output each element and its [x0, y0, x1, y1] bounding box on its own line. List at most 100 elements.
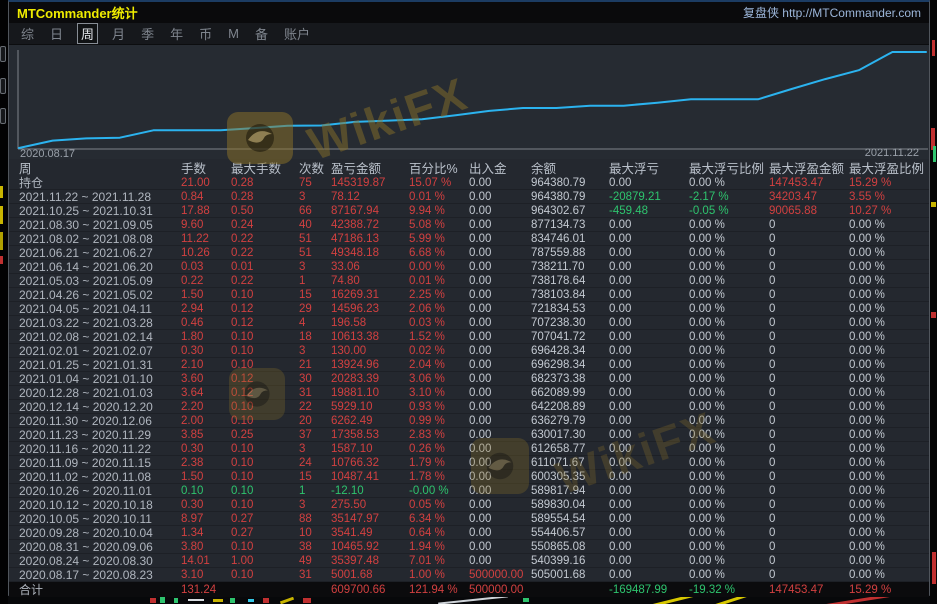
- table-row[interactable]: 2021.10.25 ~ 2021.10.3117.880.506687167.…: [9, 204, 929, 218]
- cell: 0.00: [609, 471, 689, 483]
- table-row[interactable]: 2021.11.22 ~ 2021.11.280.840.28378.120.0…: [9, 190, 929, 204]
- cell: 0.10: [231, 541, 299, 553]
- table-row[interactable]: 2020.12.28 ~ 2021.01.033.640.123119881.1…: [9, 386, 929, 400]
- cell: 17.88: [181, 205, 231, 217]
- total-row[interactable]: 合计131.24609700.66121.94 %500000.00-16948…: [9, 582, 929, 597]
- cell: 500000.00: [469, 569, 531, 581]
- menu-item-M[interactable]: M: [226, 26, 241, 41]
- cell: 1.00: [231, 555, 299, 567]
- cell: 0.10: [231, 331, 299, 343]
- cell: 0: [769, 303, 849, 315]
- cell: 0.00: [609, 485, 689, 497]
- cell: 16269.31: [331, 289, 409, 301]
- table-row[interactable]: 2020.10.12 ~ 2020.10.180.300.103275.500.…: [9, 498, 929, 512]
- table-row[interactable]: 2020.11.23 ~ 2020.11.293.850.253717358.5…: [9, 428, 929, 442]
- cell: 2020.10.26 ~ 2020.11.01: [19, 484, 181, 498]
- table-row[interactable]: 2021.04.05 ~ 2021.04.112.940.122914596.2…: [9, 302, 929, 316]
- menu-item-季[interactable]: 季: [139, 24, 156, 43]
- equity-curve-chart: [9, 45, 929, 151]
- menu-item-年[interactable]: 年: [168, 24, 185, 43]
- cell: 10613.38: [331, 331, 409, 343]
- table-row[interactable]: 2021.01.25 ~ 2021.01.312.100.102113924.9…: [9, 358, 929, 372]
- cell: 2.00: [181, 415, 231, 427]
- cell: 0.00 %: [849, 401, 929, 413]
- cell: 2020.11.16 ~ 2020.11.22: [19, 442, 181, 456]
- brand-link[interactable]: 复盘侠 http://MTCommander.com: [743, 4, 921, 21]
- cell: 40: [299, 219, 331, 231]
- table-row[interactable]: 2020.08.31 ~ 2020.09.063.800.103810465.9…: [9, 540, 929, 554]
- table-row[interactable]: 2020.11.30 ~ 2020.12.062.000.10206262.49…: [9, 414, 929, 428]
- table-row[interactable]: 2021.08.30 ~ 2021.09.059.600.244042388.7…: [9, 218, 929, 232]
- cell: 6.34 %: [409, 513, 469, 525]
- table-row[interactable]: 2020.11.16 ~ 2020.11.220.300.1031587.100…: [9, 442, 929, 456]
- cell: 0.46: [181, 317, 231, 329]
- table-row[interactable]: 2021.06.21 ~ 2021.06.2710.260.225149348.…: [9, 246, 929, 260]
- table-row[interactable]: 2021.06.14 ~ 2021.06.200.030.01333.060.0…: [9, 260, 929, 274]
- cell: 0.00: [469, 387, 531, 399]
- column-header: 次数: [299, 158, 331, 177]
- menu-item-周[interactable]: 周: [77, 23, 98, 44]
- cell: 2.20: [181, 401, 231, 413]
- menu-item-账户[interactable]: 账户: [282, 24, 312, 43]
- cell: 35147.97: [331, 513, 409, 525]
- table-row[interactable]: 2020.08.17 ~ 2020.08.233.100.10315001.68…: [9, 568, 929, 582]
- table-row[interactable]: 2020.12.14 ~ 2020.12.202.200.10225929.10…: [9, 400, 929, 414]
- cell: 2.83 %: [409, 429, 469, 441]
- table-row[interactable]: 2021.05.03 ~ 2021.05.090.220.22174.800.0…: [9, 274, 929, 288]
- cell: 2020.08.24 ~ 2020.08.30: [19, 554, 181, 568]
- menu-item-综[interactable]: 综: [19, 24, 36, 43]
- menu-item-币[interactable]: 币: [197, 24, 214, 43]
- cell: 31: [299, 569, 331, 581]
- cell: 0.00: [609, 247, 689, 259]
- table-row[interactable]: 2021.02.08 ~ 2021.02.141.800.101810613.3…: [9, 330, 929, 344]
- cell: 2020.09.28 ~ 2020.10.04: [19, 526, 181, 540]
- cell: -459.48: [609, 205, 689, 217]
- cell: 0.00 %: [689, 471, 769, 483]
- background-fragment: [0, 186, 3, 198]
- cell: 2021.05.03 ~ 2021.05.09: [19, 274, 181, 288]
- table-row[interactable]: 2021.01.04 ~ 2021.01.103.600.123020283.3…: [9, 372, 929, 386]
- cell: 0.00 %: [849, 499, 929, 511]
- cell: 0.00 %: [689, 331, 769, 343]
- cell: 0.00: [469, 345, 531, 357]
- cell: 33.06: [331, 261, 409, 273]
- column-header: 最大手数: [231, 158, 299, 177]
- cell: 10.27 %: [849, 205, 929, 217]
- cell: 38: [299, 541, 331, 553]
- column-header: 盈亏金额: [331, 158, 409, 177]
- cell: 0.00: [469, 415, 531, 427]
- table-row[interactable]: 2020.10.05 ~ 2020.10.118.970.278835147.9…: [9, 512, 929, 526]
- menu-item-日[interactable]: 日: [48, 24, 65, 43]
- cell: 0: [769, 499, 849, 511]
- table-row[interactable]: 2020.11.02 ~ 2020.11.081.500.101510487.4…: [9, 470, 929, 484]
- cell: 877134.73: [531, 219, 609, 231]
- cell: 5.99 %: [409, 233, 469, 245]
- table-row[interactable]: 2021.03.22 ~ 2021.03.280.460.124196.580.…: [9, 316, 929, 330]
- table-row[interactable]: 2021.08.02 ~ 2021.08.0811.220.225147186.…: [9, 232, 929, 246]
- table-body: 持仓21.000.2875145319.8715.07 %0.00964380.…: [9, 176, 929, 597]
- cell: 0.00: [609, 177, 689, 189]
- table-row[interactable]: 2020.11.09 ~ 2020.11.152.380.102410766.3…: [9, 456, 929, 470]
- cell: 2021.08.02 ~ 2021.08.08: [19, 232, 181, 246]
- open-positions-row[interactable]: 持仓21.000.2875145319.8715.07 %0.00964380.…: [9, 176, 929, 190]
- table-row[interactable]: 2020.10.26 ~ 2020.11.010.100.101-12.10-0…: [9, 484, 929, 498]
- table-row[interactable]: 2020.08.24 ~ 2020.08.3014.011.004935397.…: [9, 554, 929, 568]
- cell: 17358.53: [331, 429, 409, 441]
- cell: 3.64: [181, 387, 231, 399]
- cell: 0.10: [231, 289, 299, 301]
- table-row[interactable]: 2020.09.28 ~ 2020.10.041.340.27103541.49…: [9, 526, 929, 540]
- menu-item-备[interactable]: 备: [253, 24, 270, 43]
- cell: 554406.57: [531, 527, 609, 539]
- table-row[interactable]: 2021.04.26 ~ 2021.05.021.500.101516269.3…: [9, 288, 929, 302]
- background-toolbar-button: [0, 78, 6, 94]
- cell: 0.00 %: [689, 527, 769, 539]
- cell: 505001.68: [531, 569, 609, 581]
- menu-item-月[interactable]: 月: [110, 24, 127, 43]
- cell: 0.00 %: [689, 275, 769, 287]
- cell: 51: [299, 247, 331, 259]
- table-row[interactable]: 2021.02.01 ~ 2021.02.070.300.103130.000.…: [9, 344, 929, 358]
- cell: 0.00: [469, 191, 531, 203]
- cell: 0.12: [231, 387, 299, 399]
- cell: 0.00 %: [849, 555, 929, 567]
- cell: 0.00 %: [689, 219, 769, 231]
